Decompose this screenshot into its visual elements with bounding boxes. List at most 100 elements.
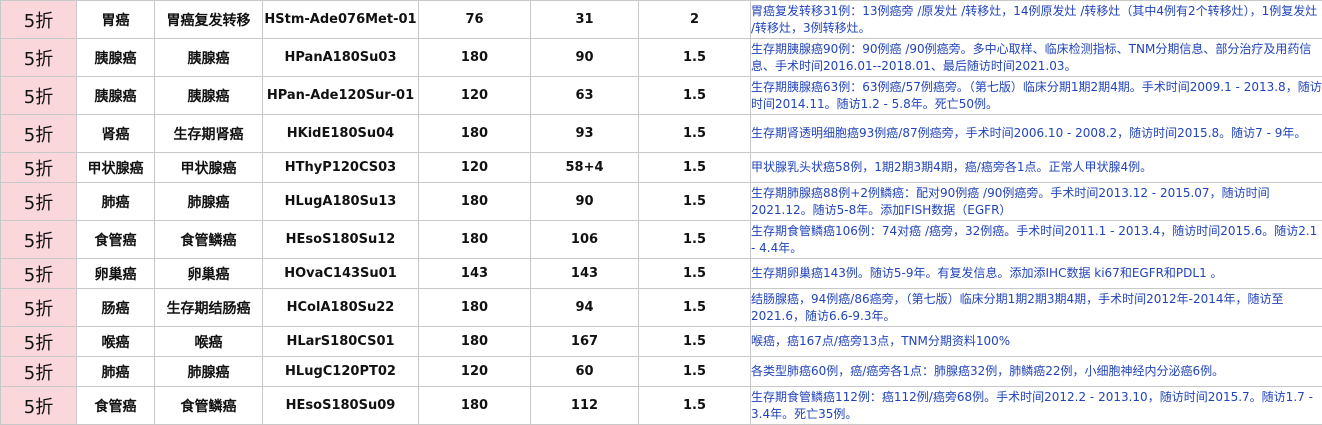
cases-cell: 143: [419, 259, 531, 289]
size-cell: 1.5: [639, 183, 751, 221]
subtype-cell: 卵巢癌: [155, 259, 263, 289]
description-cell: 喉癌，癌167点/癌旁13点，TNM分期资料100%: [751, 327, 1322, 357]
cancer-type-cell: 肺癌: [77, 183, 155, 221]
size-cell: 1.5: [639, 221, 751, 259]
product-code-cell: HColA180Su22: [263, 289, 419, 327]
subtype-cell: 肺腺癌: [155, 357, 263, 387]
description-cell: 生存期食管鳞癌112例：癌112例/癌旁68例。手术时间2012.2 - 201…: [751, 387, 1322, 425]
samples-cell: 94: [531, 289, 639, 327]
discount-cell: 5折: [1, 221, 77, 259]
table-row: 5折 胃癌 胃癌复发转移 HStm-Ade076Met-01 76 31 2 胃…: [1, 1, 1322, 39]
product-code-cell: HPanA180Su03: [263, 39, 419, 77]
subtype-cell: 胰腺癌: [155, 39, 263, 77]
table-row: 5折 肺癌 肺腺癌 HLugC120PT02 120 60 1.5 各类型肺癌6…: [1, 357, 1322, 387]
samples-cell: 90: [531, 39, 639, 77]
size-cell: 1.5: [639, 289, 751, 327]
discount-cell: 5折: [1, 39, 77, 77]
subtype-cell: 生存期结肠癌: [155, 289, 263, 327]
discount-cell: 5折: [1, 1, 77, 39]
samples-cell: 63: [531, 77, 639, 115]
cases-cell: 120: [419, 77, 531, 115]
cases-cell: 180: [419, 387, 531, 425]
discount-cell: 5折: [1, 77, 77, 115]
product-code-cell: HLarS180CS01: [263, 327, 419, 357]
table-body: 5折 胃癌 胃癌复发转移 HStm-Ade076Met-01 76 31 2 胃…: [1, 1, 1322, 425]
discount-cell: 5折: [1, 115, 77, 153]
table-row: 5折 食管癌 食管鳞癌 HEsoS180Su12 180 106 1.5 生存期…: [1, 221, 1322, 259]
subtype-cell: 肺腺癌: [155, 183, 263, 221]
description-cell: 生存期胰腺癌63例：63例癌/57例癌旁。（第七版）临床分期1期2期4期。手术时…: [751, 77, 1322, 115]
discount-cell: 5折: [1, 387, 77, 425]
size-cell: 1.5: [639, 357, 751, 387]
cancer-type-cell: 甲状腺癌: [77, 153, 155, 183]
description-cell: 生存期肺腺癌88例+2例鳞癌：配对90例癌 /90例癌旁。手术时间2013.12…: [751, 183, 1322, 221]
table-row: 5折 食管癌 食管鳞癌 HEsoS180Su09 180 112 1.5 生存期…: [1, 387, 1322, 425]
size-cell: 1.5: [639, 153, 751, 183]
subtype-cell: 喉癌: [155, 327, 263, 357]
samples-cell: 106: [531, 221, 639, 259]
product-code-cell: HOvaC143Su01: [263, 259, 419, 289]
cancer-type-cell: 食管癌: [77, 387, 155, 425]
cases-cell: 76: [419, 1, 531, 39]
product-code-cell: HThyP120CS03: [263, 153, 419, 183]
cases-cell: 180: [419, 115, 531, 153]
subtype-cell: 胰腺癌: [155, 77, 263, 115]
cancer-type-cell: 肠癌: [77, 289, 155, 327]
description-cell: 结肠腺癌，94例癌/86癌旁，（第七版）临床分期1期2期3期4期，手术时间201…: [751, 289, 1322, 327]
cases-cell: 120: [419, 357, 531, 387]
description-cell: 生存期食管鳞癌106例：74对癌 /癌旁，32例癌。手术时间2011.1 - 2…: [751, 221, 1322, 259]
description-cell: 生存期卵巢癌143例。随访5-9年。有复发信息。添加添IHC数据 ki67和EG…: [751, 259, 1322, 289]
table-row: 5折 肠癌 生存期结肠癌 HColA180Su22 180 94 1.5 结肠腺…: [1, 289, 1322, 327]
samples-cell: 143: [531, 259, 639, 289]
samples-cell: 90: [531, 183, 639, 221]
description-cell: 生存期肾透明细胞癌93例癌/87例癌旁，手术时间2006.10 - 2008.2…: [751, 115, 1322, 153]
samples-cell: 112: [531, 387, 639, 425]
table-row: 5折 喉癌 喉癌 HLarS180CS01 180 167 1.5 喉癌，癌16…: [1, 327, 1322, 357]
product-table: 5折 胃癌 胃癌复发转移 HStm-Ade076Met-01 76 31 2 胃…: [0, 0, 1322, 425]
subtype-cell: 食管鳞癌: [155, 221, 263, 259]
description-cell: 各类型肺癌60例，癌/癌旁各1点：肺腺癌32例，肺鳞癌22例，小细胞神经内分泌癌…: [751, 357, 1322, 387]
size-cell: 1.5: [639, 115, 751, 153]
cancer-type-cell: 胰腺癌: [77, 39, 155, 77]
cases-cell: 180: [419, 39, 531, 77]
cases-cell: 180: [419, 289, 531, 327]
description-cell: 生存期胰腺癌90例：90例癌 /90例癌旁。多中心取样、临床检测指标、TNM分期…: [751, 39, 1322, 77]
cancer-type-cell: 胃癌: [77, 1, 155, 39]
cases-cell: 120: [419, 153, 531, 183]
cancer-type-cell: 肺癌: [77, 357, 155, 387]
cases-cell: 180: [419, 221, 531, 259]
size-cell: 1.5: [639, 259, 751, 289]
cancer-type-cell: 卵巢癌: [77, 259, 155, 289]
table-row: 5折 胰腺癌 胰腺癌 HPanA180Su03 180 90 1.5 生存期胰腺…: [1, 39, 1322, 77]
table-row: 5折 肺癌 肺腺癌 HLugA180Su13 180 90 1.5 生存期肺腺癌…: [1, 183, 1322, 221]
discount-cell: 5折: [1, 183, 77, 221]
samples-cell: 167: [531, 327, 639, 357]
subtype-cell: 食管鳞癌: [155, 387, 263, 425]
subtype-cell: 生存期肾癌: [155, 115, 263, 153]
table-row: 5折 甲状腺癌 甲状腺癌 HThyP120CS03 120 58+4 1.5 甲…: [1, 153, 1322, 183]
product-code-cell: HEsoS180Su12: [263, 221, 419, 259]
cancer-type-cell: 肾癌: [77, 115, 155, 153]
product-code-cell: HLugA180Su13: [263, 183, 419, 221]
cases-cell: 180: [419, 183, 531, 221]
product-code-cell: HLugC120PT02: [263, 357, 419, 387]
samples-cell: 93: [531, 115, 639, 153]
discount-cell: 5折: [1, 357, 77, 387]
table-row: 5折 肾癌 生存期肾癌 HKidE180Su04 180 93 1.5 生存期肾…: [1, 115, 1322, 153]
discount-cell: 5折: [1, 259, 77, 289]
product-code-cell: HKidE180Su04: [263, 115, 419, 153]
size-cell: 1.5: [639, 327, 751, 357]
product-code-cell: HPan-Ade120Sur-01: [263, 77, 419, 115]
description-cell: 甲状腺乳头状癌58例，1期2期3期4期，癌/癌旁各1点。正常人甲状腺4例。: [751, 153, 1322, 183]
discount-cell: 5折: [1, 289, 77, 327]
subtype-cell: 胃癌复发转移: [155, 1, 263, 39]
product-code-cell: HEsoS180Su09: [263, 387, 419, 425]
subtype-cell: 甲状腺癌: [155, 153, 263, 183]
table-row: 5折 卵巢癌 卵巢癌 HOvaC143Su01 143 143 1.5 生存期卵…: [1, 259, 1322, 289]
discount-cell: 5折: [1, 327, 77, 357]
product-code-cell: HStm-Ade076Met-01: [263, 1, 419, 39]
cancer-type-cell: 喉癌: [77, 327, 155, 357]
size-cell: 1.5: [639, 77, 751, 115]
size-cell: 1.5: [639, 39, 751, 77]
cases-cell: 180: [419, 327, 531, 357]
